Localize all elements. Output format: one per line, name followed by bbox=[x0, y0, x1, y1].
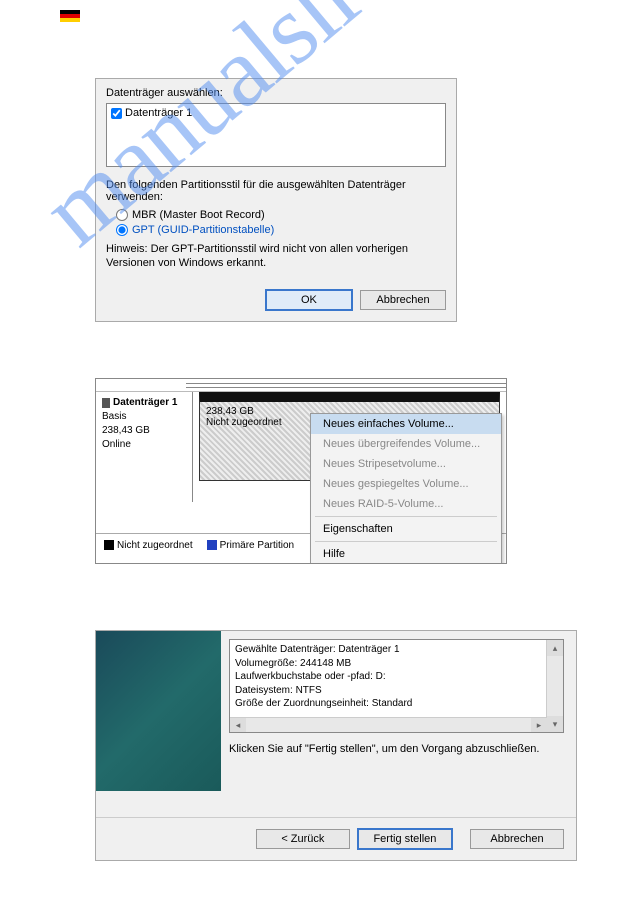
disk-item-label: Datenträger 1 bbox=[125, 107, 192, 119]
initialize-disk-dialog: Datenträger auswählen: Datenträger 1 Den… bbox=[95, 78, 457, 322]
disk-checkbox[interactable] bbox=[111, 108, 122, 119]
context-menu: Neues einfaches Volume... Neues übergrei… bbox=[310, 413, 502, 564]
finish-button[interactable]: Fertig stellen bbox=[357, 828, 453, 850]
cancel-button[interactable]: Abbrechen bbox=[360, 290, 446, 310]
disk-name: Datenträger 1 bbox=[113, 396, 177, 410]
ok-button[interactable]: OK bbox=[265, 289, 353, 311]
menu-properties[interactable]: Eigenschaften bbox=[311, 519, 501, 539]
summary-line: Volumegröße: 244148 MB bbox=[235, 657, 541, 671]
new-volume-wizard: Gewählte Datenträger: Datenträger 1 Volu… bbox=[95, 630, 577, 861]
disk-header: Datenträger 1 bbox=[102, 396, 186, 410]
radio-mbr-input[interactable] bbox=[116, 209, 128, 221]
disk-size: 238,43 GB bbox=[102, 424, 186, 438]
disk-icon bbox=[102, 398, 110, 408]
partition-style-label: Den folgenden Partitionsstil für die aus… bbox=[106, 179, 446, 203]
summary-line: Gewählte Datenträger: Datenträger 1 bbox=[235, 643, 541, 657]
menu-new-raid5-volume: Neues RAID-5-Volume... bbox=[311, 494, 501, 514]
legend-primary: Primäre Partition bbox=[207, 540, 294, 551]
german-flag-icon bbox=[60, 10, 80, 22]
legend-unallocated: Nicht zugeordnet bbox=[104, 540, 193, 551]
disk-type: Basis bbox=[102, 410, 186, 424]
finish-instruction: Klicken Sie auf "Fertig stellen", um den… bbox=[229, 743, 564, 755]
radio-gpt-label: GPT (GUID-Partitionstabelle) bbox=[132, 224, 274, 236]
horizontal-scrollbar[interactable]: ◂▸ bbox=[230, 717, 547, 732]
menu-new-simple-volume[interactable]: Neues einfaches Volume... bbox=[311, 414, 501, 434]
disk-management-panel: Datenträger 1 Basis 238,43 GB Online 238… bbox=[95, 378, 507, 564]
disk-status: Online bbox=[102, 438, 186, 452]
select-disks-label: Datenträger auswählen: bbox=[106, 87, 446, 99]
radio-mbr[interactable]: MBR (Master Boot Record) bbox=[116, 209, 446, 221]
menu-separator bbox=[315, 541, 497, 542]
radio-gpt[interactable]: GPT (GUID-Partitionstabelle) bbox=[116, 224, 446, 236]
cancel-button[interactable]: Abbrechen bbox=[470, 829, 564, 849]
radio-mbr-label: MBR (Master Boot Record) bbox=[132, 209, 265, 221]
disk-info-pane: Datenträger 1 Basis 238,43 GB Online bbox=[96, 392, 193, 502]
menu-separator bbox=[315, 516, 497, 517]
disk-listbox[interactable]: Datenträger 1 bbox=[106, 103, 446, 167]
summary-line: Größe der Zuordnungseinheit: Standard bbox=[235, 697, 541, 711]
gpt-note: Hinweis: Der GPT-Partitionsstil wird nic… bbox=[106, 242, 446, 271]
menu-new-spanned-volume: Neues übergreifendes Volume... bbox=[311, 434, 501, 454]
vertical-scrollbar[interactable]: ▴▾ bbox=[546, 640, 563, 732]
menu-new-mirrored-volume: Neues gespiegeltes Volume... bbox=[311, 474, 501, 494]
disk-list-item[interactable]: Datenträger 1 bbox=[111, 107, 441, 119]
wizard-sidebar-image bbox=[96, 631, 221, 791]
disk-list-header bbox=[96, 379, 506, 392]
summary-line: Dateisystem: NTFS bbox=[235, 684, 541, 698]
summary-line: Laufwerkbuchstabe oder -pfad: D: bbox=[235, 670, 541, 684]
menu-help[interactable]: Hilfe bbox=[311, 544, 501, 564]
summary-scrollbox[interactable]: Gewählte Datenträger: Datenträger 1 Volu… bbox=[229, 639, 564, 733]
menu-new-striped-volume: Neues Stripesetvolume... bbox=[311, 454, 501, 474]
radio-gpt-input[interactable] bbox=[116, 224, 128, 236]
back-button[interactable]: < Zurück bbox=[256, 829, 350, 849]
